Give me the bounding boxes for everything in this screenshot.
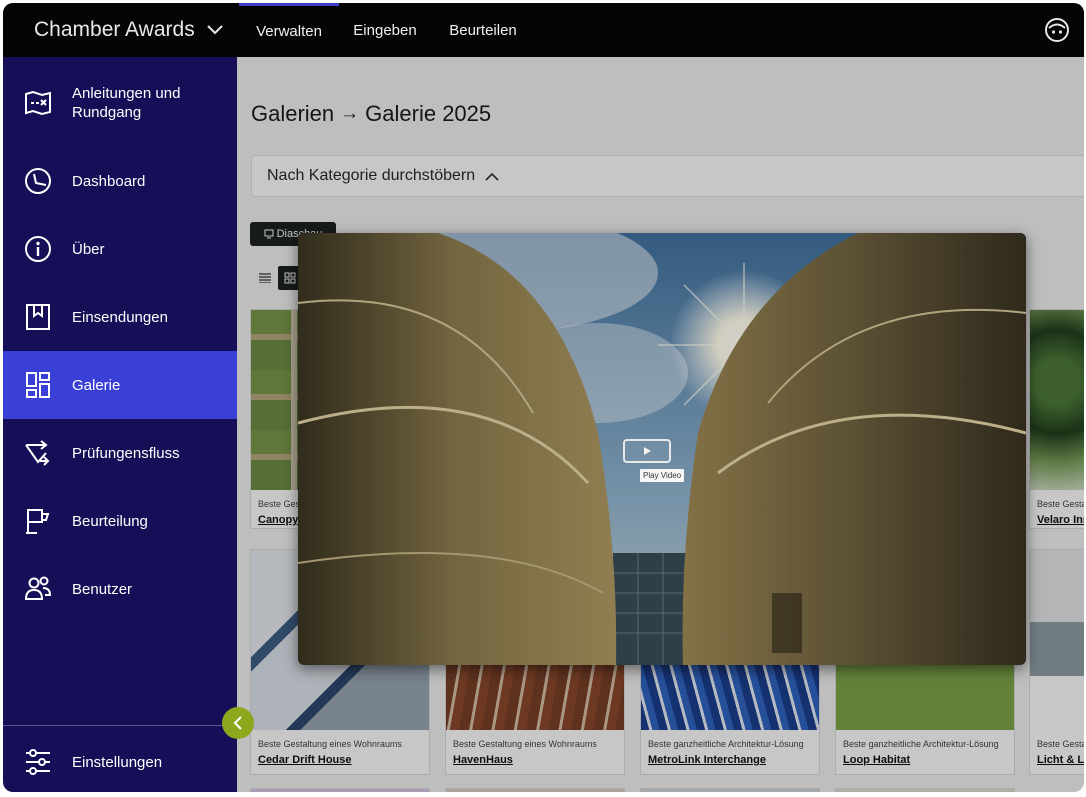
gallery-icon — [23, 370, 53, 400]
tab-label: Eingeben — [353, 21, 417, 39]
dashboard-icon — [23, 166, 53, 196]
tab-beurteilen[interactable]: Beurteilen — [437, 3, 529, 57]
gallery-card[interactable]: Beste Gestaltung eines Wohnraums Licht &… — [1029, 549, 1084, 775]
flag-icon — [23, 506, 53, 536]
app-switcher[interactable]: Chamber Awards — [3, 3, 239, 57]
gallery-card[interactable] — [250, 788, 430, 792]
list-icon — [259, 273, 271, 283]
sidebar-item-gallery[interactable]: Galerie — [3, 351, 237, 419]
breadcrumb-parent[interactable]: Galerien — [251, 101, 334, 127]
card-image — [1030, 310, 1084, 490]
card-title[interactable]: Cedar Drift House — [258, 754, 352, 766]
chevron-up-icon — [485, 172, 499, 181]
sidebar-item-submissions[interactable]: Einsendungen — [3, 289, 237, 345]
sidebar-divider — [3, 725, 237, 726]
sidebar-item-label: Einstellungen — [72, 753, 163, 771]
video-lightbox[interactable]: Play Video — [298, 233, 1026, 665]
card-category: Beste Gestaltung eines Wohnraums — [1037, 739, 1084, 749]
app-window: Chamber Awards Verwalten Eingeben Beurte… — [3, 3, 1084, 792]
sidebar-item-judging[interactable]: Beurteilung — [3, 493, 237, 549]
info-icon — [23, 234, 53, 264]
sidebar-item-about[interactable]: Über — [3, 221, 237, 277]
sidebar-item-label: Benutzer — [72, 580, 133, 598]
flow-icon — [23, 438, 53, 468]
collapse-sidebar-button[interactable] — [222, 707, 254, 739]
sidebar-item-label: Beurteilung — [72, 512, 148, 530]
sidebar-item-label: Galerie — [72, 376, 121, 394]
card-category: Beste ganzheitliche Architektur-Lösung — [648, 739, 804, 749]
card-title[interactable]: Loop Habitat — [843, 754, 910, 766]
play-video-button[interactable] — [623, 439, 671, 463]
gallery-card[interactable] — [835, 788, 1015, 792]
card-category: Beste Gestaltung eines Wohnraums — [453, 739, 597, 749]
card-category: Beste ganzheitliche Architektur-Lösung — [843, 739, 999, 749]
play-icon — [644, 447, 651, 455]
tab-eingeben[interactable]: Eingeben — [343, 3, 427, 57]
tab-verwalten[interactable]: Verwalten — [239, 3, 339, 57]
card-title[interactable]: MetroLink Interchange — [648, 754, 766, 766]
card-category: Beste Gestaltung eines Wohnraums — [1037, 499, 1084, 509]
play-video-tooltip: Play Video — [640, 469, 685, 482]
sidebar-item-dashboard[interactable]: Dashboard — [3, 153, 237, 209]
browse-by-category-toggle[interactable]: Nach Kategorie durchstöbern — [251, 155, 1084, 197]
monitor-icon — [264, 229, 274, 239]
card-category: Beste Gestaltung eines Wohnraums — [258, 739, 402, 749]
list-view-button[interactable] — [255, 267, 275, 289]
breadcrumb: Galerien → Galerie 2025 — [251, 101, 491, 127]
app-name: Chamber Awards — [34, 18, 195, 41]
sidebar-item-label: Anleitungen und Rundgang — [72, 85, 181, 121]
gallery-card[interactable]: Beste Gestaltung eines Wohnraums Velaro … — [1029, 309, 1084, 529]
browse-label: Nach Kategorie durchstöbern — [267, 167, 476, 184]
sidebar-item-label: Prüfungensfluss — [72, 444, 180, 462]
bookmark-icon — [23, 302, 53, 332]
arrow-right-icon: → — [340, 103, 360, 124]
page-title: Galerie 2025 — [365, 101, 492, 126]
sliders-icon — [23, 747, 53, 777]
card-title[interactable]: Licht & Leben — [1037, 754, 1084, 766]
user-avatar-icon[interactable] — [1044, 17, 1070, 43]
tab-label: Beurteilen — [449, 21, 517, 39]
gallery-card[interactable] — [445, 788, 625, 792]
grid-icon — [284, 272, 296, 284]
sidebar-item-review-flow[interactable]: Prüfungensfluss — [3, 425, 237, 481]
chevron-left-icon — [233, 716, 242, 730]
card-title[interactable]: Velaro Innovation — [1037, 514, 1084, 526]
chevron-down-icon — [206, 25, 223, 35]
sidebar-item-label: Dashboard — [72, 172, 146, 190]
top-bar: Chamber Awards Verwalten Eingeben Beurte… — [3, 3, 1084, 57]
sidebar-item-label: Einsendungen — [72, 308, 168, 326]
card-title[interactable]: HavenHaus — [453, 754, 513, 766]
tab-label: Verwalten — [256, 23, 322, 40]
users-icon — [23, 574, 53, 604]
sidebar-item-label: Über — [72, 240, 105, 258]
sidebar-item-settings[interactable]: Einstellungen — [3, 734, 237, 790]
sidebar-item-users[interactable]: Benutzer — [3, 561, 237, 617]
gallery-card[interactable] — [640, 788, 820, 792]
map-icon — [23, 88, 53, 118]
sidebar-item-guides[interactable]: Anleitungen und Rundgang — [3, 75, 237, 131]
sidebar: Anleitungen und Rundgang Dashboard Über … — [3, 57, 237, 792]
card-image — [1030, 550, 1084, 730]
